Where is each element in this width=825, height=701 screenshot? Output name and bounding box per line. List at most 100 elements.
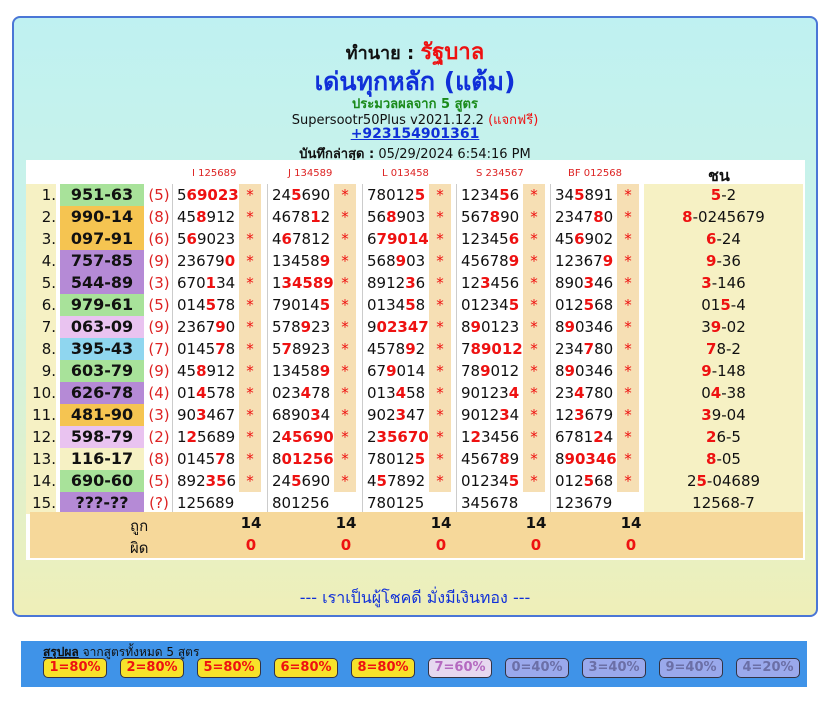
- row-code: 116-17: [60, 448, 144, 470]
- formula-number: 890346: [550, 360, 617, 382]
- formula-number: 467812: [267, 228, 334, 250]
- summary-badge: 4=20%: [736, 658, 800, 678]
- formula-header-4: S 234567: [476, 168, 524, 179]
- chon-value: 3-146: [644, 272, 803, 294]
- star-marker: *: [523, 294, 545, 316]
- summary-bar: สรุปผล จากสูตรทั้งหมด 5 สูตร 1=80% 2=80% 5…: [21, 641, 807, 687]
- summary-badge: 0=40%: [505, 658, 569, 678]
- table-row: 2. 990-14 (8) 458912 * 467812 * 568903 * 567890 * 2…: [26, 206, 805, 228]
- formula-number: 014578: [172, 382, 239, 404]
- hit-label: ถูก: [130, 517, 149, 535]
- star-marker: *: [239, 426, 261, 448]
- row-code: 395-43: [60, 338, 144, 360]
- formula-header-1: I 125689: [192, 168, 237, 179]
- star-marker: *: [334, 316, 356, 338]
- star-marker: *: [429, 228, 451, 250]
- star-marker: *: [334, 206, 356, 228]
- miss-count: 0: [530, 536, 542, 554]
- row-count: (6): [148, 230, 170, 248]
- star-marker: *: [429, 272, 451, 294]
- formula-number: 892356: [172, 470, 239, 492]
- star-marker: *: [617, 250, 639, 272]
- row-code: 979-61: [60, 294, 144, 316]
- row-index: 12.: [26, 426, 56, 448]
- table-row: 5. 544-89 (3) 670134 * 134589 * 891236 * 123456 * 8…: [26, 272, 805, 294]
- row-count: (7): [148, 340, 170, 358]
- star-marker: *: [429, 382, 451, 404]
- summary-badge: 8=80%: [351, 658, 415, 678]
- formula-number: 689034: [267, 404, 334, 426]
- formula-number: 012345: [456, 294, 523, 316]
- prediction-panel: ทำนาย : รัฐบาล เด่นทุกหลัก (แต้ม) ประมวล…: [12, 16, 818, 617]
- row-count: (2): [148, 428, 170, 446]
- star-marker: *: [429, 448, 451, 470]
- formula-number: 134589: [267, 250, 334, 272]
- formula-number: 789012: [456, 360, 523, 382]
- formula-number: 801256: [267, 492, 334, 514]
- star-marker: *: [334, 250, 356, 272]
- star-marker: *: [239, 470, 261, 492]
- formula-number: 234780: [550, 206, 617, 228]
- star-marker: *: [617, 316, 639, 338]
- formula-number: 568903: [362, 250, 429, 272]
- chon-value: 39-04: [644, 404, 803, 426]
- formula-number: 014578: [172, 294, 239, 316]
- formula-number: 236790: [172, 250, 239, 272]
- summary-badge: 1=80%: [43, 658, 107, 678]
- formula-number: 567890: [456, 206, 523, 228]
- row-count: (9): [148, 362, 170, 380]
- row-count: (?): [149, 494, 169, 512]
- star-marker: *: [523, 448, 545, 470]
- row-index: 3.: [26, 228, 56, 250]
- chon-value: 78-2: [644, 338, 803, 360]
- formula-number: 789012: [456, 338, 523, 360]
- table-row: 1. 951-63 (5) 569023 * 245690 * 780125 * 123456 * 3…: [26, 184, 805, 206]
- hit-count: 14: [430, 514, 452, 532]
- formula-number: 780125: [362, 184, 429, 206]
- formula-number: 801256: [267, 448, 334, 470]
- chon-value: 6-24: [644, 228, 803, 250]
- miss-count: 0: [435, 536, 447, 554]
- formula-number: 568903: [362, 206, 429, 228]
- star-marker: *: [239, 338, 261, 360]
- row-count: (9): [148, 252, 170, 270]
- formula-number: 890123: [456, 316, 523, 338]
- row-count: (5): [148, 296, 170, 314]
- formula-number: 236790: [172, 316, 239, 338]
- star-marker: *: [334, 228, 356, 250]
- formula-number: 123456: [456, 272, 523, 294]
- row-index: 2.: [26, 206, 56, 228]
- formula-number: 790145: [267, 294, 334, 316]
- summary-badge: 7=60%: [428, 658, 492, 678]
- star-marker: *: [429, 316, 451, 338]
- chon-value: 9-36: [644, 250, 803, 272]
- row-index: 8.: [26, 338, 56, 360]
- row-code: 951-63: [60, 184, 144, 206]
- formula-number: 890346: [550, 448, 617, 470]
- summary-row: ถูก ผิด 14 14 14 14 14 0 0 0 0 0: [30, 512, 803, 558]
- star-marker: *: [429, 338, 451, 360]
- footer-message: --- เราเป็นผู้โชคดี มั่งมีเงินทอง ---: [299, 588, 531, 607]
- formula-number: 234780: [550, 338, 617, 360]
- star-marker: *: [429, 184, 451, 206]
- row-count: (5): [148, 186, 170, 204]
- formula-header-3: L 013458: [382, 168, 429, 179]
- formula-number: 235670: [362, 426, 429, 448]
- phone-link[interactable]: +923154901361: [14, 126, 816, 142]
- miss-count: 0: [340, 536, 352, 554]
- chon-value: 5-2: [644, 184, 803, 206]
- row-index: 1.: [26, 184, 56, 206]
- row-index: 11.: [26, 404, 56, 426]
- formula-number: 123679: [550, 404, 617, 426]
- formula-number: 902347: [362, 404, 429, 426]
- hit-count: 14: [240, 514, 262, 532]
- row-code: ???-??: [60, 492, 144, 514]
- chon-value: 015-4: [644, 294, 803, 316]
- table-row: 13. 116-17 (8) 014578 * 801256 * 780125 * 456789 *…: [26, 448, 805, 470]
- star-marker: *: [523, 272, 545, 294]
- chon-value: 26-5: [644, 426, 803, 448]
- star-marker: *: [523, 338, 545, 360]
- formula-number: 123456: [456, 426, 523, 448]
- star-marker: *: [334, 470, 356, 492]
- summary-badge: 9=40%: [659, 658, 723, 678]
